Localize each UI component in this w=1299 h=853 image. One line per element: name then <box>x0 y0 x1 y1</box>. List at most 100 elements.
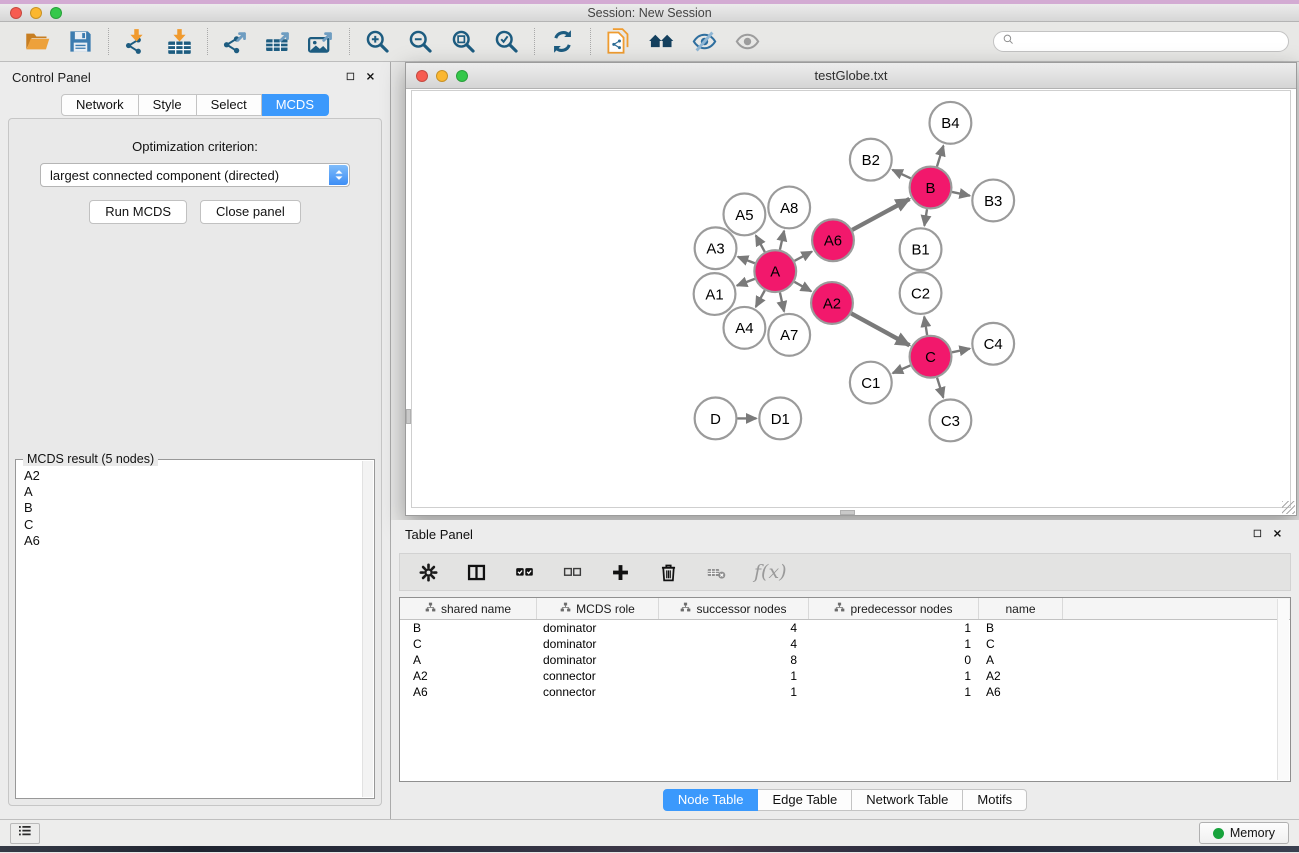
zoom-fit-icon[interactable] <box>450 28 477 55</box>
graph-node-B1[interactable]: B1 <box>900 228 942 270</box>
tab-edge-table[interactable]: Edge Table <box>758 789 852 811</box>
graph-node-B[interactable]: B <box>910 167 952 209</box>
mcds-result-item[interactable]: B <box>24 500 366 516</box>
table-row[interactable]: Adominator80A <box>400 652 1290 668</box>
vertical-scrollbar-thumb[interactable] <box>406 409 411 424</box>
graph-edge-A-A3[interactable] <box>738 257 755 264</box>
mcds-result-item[interactable]: A <box>24 484 366 500</box>
table-row[interactable]: A2connector11A2 <box>400 668 1290 684</box>
column-header-predecessor-nodes[interactable]: predecessor nodes <box>809 598 979 619</box>
column-header-mcds-role[interactable]: MCDS role <box>537 598 659 619</box>
graph-edge-A-A6[interactable] <box>795 252 812 261</box>
table-cell[interactable]: dominator <box>537 621 659 635</box>
graph-edge-A-A8[interactable] <box>780 231 784 250</box>
table-cell[interactable]: 4 <box>659 637 809 651</box>
settings-gear-icon[interactable] <box>418 562 439 583</box>
table-row[interactable]: Cdominator41C <box>400 636 1290 652</box>
zoom-network-window-button[interactable] <box>456 70 468 82</box>
close-window-button[interactable] <box>10 7 22 19</box>
tab-style[interactable]: Style <box>139 94 197 116</box>
close-table-panel-icon[interactable] <box>1272 528 1285 541</box>
table-cell[interactable]: A6 <box>979 685 1063 699</box>
graph-edge-A-A7[interactable] <box>780 293 784 312</box>
graph-node-A4[interactable]: A4 <box>724 307 766 349</box>
select-all-columns-icon[interactable] <box>514 562 535 583</box>
graph-edge-A-A1[interactable] <box>737 279 755 286</box>
run-mcds-button[interactable]: Run MCDS <box>89 200 187 224</box>
zoom-selected-icon[interactable] <box>493 28 520 55</box>
add-column-icon[interactable] <box>610 562 631 583</box>
table-cell[interactable]: 1 <box>809 669 979 683</box>
tab-network[interactable]: Network <box>61 94 139 116</box>
close-panel-icon[interactable] <box>365 71 378 84</box>
zoom-out-icon[interactable] <box>407 28 434 55</box>
table-cell[interactable]: B <box>400 621 537 635</box>
table-cell[interactable]: connector <box>537 685 659 699</box>
table-cell[interactable]: B <box>979 621 1063 635</box>
graph-node-A8[interactable]: A8 <box>768 187 810 229</box>
graph-edge-B-B4[interactable] <box>937 146 943 167</box>
close-network-window-button[interactable] <box>416 70 428 82</box>
minimize-window-button[interactable] <box>30 7 42 19</box>
graph-node-A2[interactable]: A2 <box>811 282 853 324</box>
table-cell[interactable]: 1 <box>809 621 979 635</box>
table-cell[interactable]: 8 <box>659 653 809 667</box>
graph-node-A5[interactable]: A5 <box>724 194 766 236</box>
graph-node-C2[interactable]: C2 <box>900 272 942 314</box>
table-row[interactable]: A6connector11A6 <box>400 684 1290 700</box>
hide-selected-eye-slash-icon[interactable] <box>691 28 718 55</box>
graph-edge-A-A5[interactable] <box>756 235 765 252</box>
mcds-result-item[interactable]: C <box>24 517 366 533</box>
table-cell[interactable]: A2 <box>979 669 1063 683</box>
delete-columns-icon[interactable] <box>658 562 679 583</box>
save-session-icon[interactable] <box>67 28 94 55</box>
graph-node-A1[interactable]: A1 <box>694 273 736 315</box>
table-cell[interactable]: dominator <box>537 653 659 667</box>
graph-edge-B-B2[interactable] <box>892 170 910 179</box>
graph-node-B4[interactable]: B4 <box>930 102 972 144</box>
tab-network-table[interactable]: Network Table <box>852 789 963 811</box>
graph-node-C4[interactable]: C4 <box>972 323 1014 365</box>
float-table-panel-icon[interactable] <box>1252 528 1265 541</box>
graph-edge-A6-B[interactable] <box>852 199 909 230</box>
graph-node-A[interactable]: A <box>754 250 796 292</box>
graph-edge-C-C4[interactable] <box>952 349 970 353</box>
table-cell[interactable]: 0 <box>809 653 979 667</box>
float-panel-icon[interactable] <box>345 71 358 84</box>
criterion-dropdown[interactable]: largest connected component (directed) <box>40 163 350 187</box>
resize-grip[interactable] <box>1282 501 1295 514</box>
table-cell[interactable]: 1 <box>809 685 979 699</box>
close-panel-button[interactable]: Close panel <box>200 200 301 224</box>
export-image-icon[interactable] <box>308 28 335 55</box>
table-row[interactable]: Bdominator41B <box>400 620 1290 636</box>
table-cell[interactable]: 1 <box>809 637 979 651</box>
toggle-columns-icon[interactable] <box>466 562 487 583</box>
refresh-layout-icon[interactable] <box>549 28 576 55</box>
horizontal-scrollbar-thumb[interactable] <box>840 510 855 515</box>
graph-edge-C-C2[interactable] <box>924 317 927 335</box>
graph-edge-B-B1[interactable] <box>924 209 927 226</box>
new-network-from-selection-icon[interactable] <box>605 28 632 55</box>
graph-edge-C-C1[interactable] <box>893 365 911 373</box>
graph-node-A3[interactable]: A3 <box>695 227 737 269</box>
table-cell[interactable]: C <box>400 637 537 651</box>
graph-edge-B-B3[interactable] <box>952 192 970 196</box>
network-canvas[interactable]: B4B2BB3A8A5A6A3B1AA1C2A2A4A7C4CC1C3DD1 <box>411 90 1291 508</box>
tab-motifs[interactable]: Motifs <box>963 789 1027 811</box>
search-box[interactable] <box>993 31 1289 52</box>
zoom-window-button[interactable] <box>50 7 62 19</box>
export-network-icon[interactable] <box>222 28 249 55</box>
search-input[interactable] <box>1020 35 1280 49</box>
mcds-result-item[interactable]: A2 <box>24 468 366 484</box>
open-session-icon[interactable] <box>24 28 51 55</box>
table-cell[interactable]: A <box>979 653 1063 667</box>
table-cell[interactable]: dominator <box>537 637 659 651</box>
first-neighbors-houses-icon[interactable] <box>648 28 675 55</box>
table-cell[interactable]: 4 <box>659 621 809 635</box>
export-table-icon[interactable] <box>265 28 292 55</box>
network-window-titlebar[interactable]: testGlobe.txt <box>406 63 1296 89</box>
column-header-successor-nodes[interactable]: successor nodes <box>659 598 809 619</box>
import-network-icon[interactable] <box>123 28 150 55</box>
graph-node-A7[interactable]: A7 <box>768 314 810 356</box>
mcds-result-item[interactable]: A6 <box>24 533 366 549</box>
